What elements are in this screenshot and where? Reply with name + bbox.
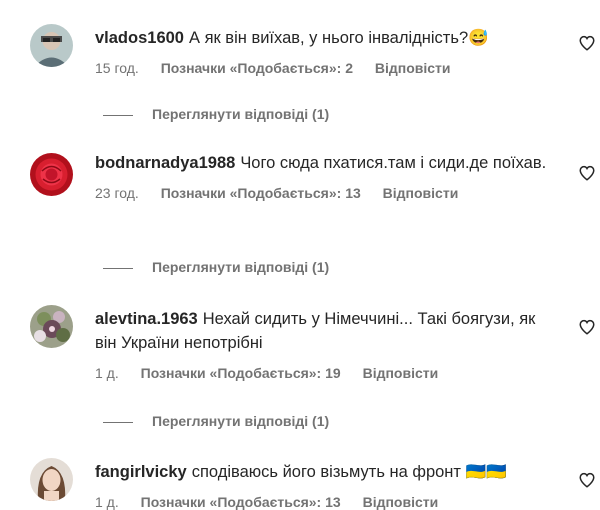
comment-text: А як він виїхав, у нього інвалідність?😅	[188, 29, 489, 47]
comment-text: сподіваюсь його візьмуть на фронт 🇺🇦🇺🇦	[191, 463, 507, 481]
user-avatar-glasses-icon	[30, 24, 73, 67]
comment-meta: 1 д. Позначки «Подобається»: 13 Відповіс…	[95, 494, 555, 510]
like-button[interactable]	[578, 318, 598, 338]
like-button[interactable]	[578, 471, 598, 491]
comment-likes[interactable]: Позначки «Подобається»: 13	[141, 494, 341, 510]
comment-time: 23 год.	[95, 185, 139, 201]
reply-button[interactable]: Відповісти	[383, 185, 459, 201]
heart-outline-icon	[579, 319, 595, 335]
user-avatar-flowers-icon	[30, 305, 73, 348]
comment-likes[interactable]: Позначки «Подобається»: 19	[141, 365, 341, 381]
comment-username[interactable]: fangirlvicky	[95, 463, 187, 481]
view-replies-button[interactable]: Переглянути відповіді (1)	[103, 106, 329, 122]
comment-likes[interactable]: Позначки «Подобається»: 13	[161, 185, 361, 201]
comment-time: 1 д.	[95, 494, 119, 510]
reply-button[interactable]: Відповісти	[363, 365, 439, 381]
comment-meta: 1 д. Позначки «Подобається»: 19 Відповіс…	[95, 365, 555, 381]
comment-text-line: alevtina.1963 Нехай сидить у Німеччині...…	[95, 307, 555, 355]
comment-text-line: bodnarnadya1988 Чого сюда пхатися.там і с…	[95, 151, 555, 175]
like-button[interactable]	[578, 164, 598, 184]
avatar[interactable]	[30, 24, 73, 67]
comments-list: vlados1600 А як він виїхав, у нього інвал…	[0, 0, 600, 510]
view-replies-button[interactable]: Переглянути відповіді (1)	[103, 259, 329, 275]
comment-body: fangirlvicky сподіваюсь його візьмуть на …	[95, 460, 555, 510]
comment-username[interactable]: alevtina.1963	[95, 310, 198, 328]
reply-button[interactable]: Відповісти	[363, 494, 439, 510]
comment-text-line: fangirlvicky сподіваюсь його візьмуть на …	[95, 460, 555, 484]
comment-meta: 23 год. Позначки «Подобається»: 13 Відпо…	[95, 185, 555, 201]
view-replies-button[interactable]: Переглянути відповіді (1)	[103, 413, 329, 429]
heart-outline-icon	[579, 472, 595, 488]
comment-body: alevtina.1963 Нехай сидить у Німеччині...…	[95, 307, 555, 381]
comment-likes[interactable]: Позначки «Подобається»: 2	[161, 60, 353, 76]
comment-text: Чого сюда пхатися.там і сиди.де поїхав.	[240, 154, 547, 172]
comment-username[interactable]: bodnarnadya1988	[95, 154, 235, 172]
avatar[interactable]	[30, 458, 73, 501]
divider-line	[103, 267, 133, 269]
comment-body: vlados1600 А як він виїхав, у нього інвал…	[95, 26, 555, 76]
divider-line	[103, 114, 133, 116]
comment-body: bodnarnadya1988 Чого сюда пхатися.там і с…	[95, 151, 555, 201]
divider-line	[103, 421, 133, 423]
avatar[interactable]	[30, 153, 73, 196]
user-avatar-rose-icon	[30, 153, 73, 196]
reply-button[interactable]: Відповісти	[375, 60, 451, 76]
heart-outline-icon	[579, 35, 595, 51]
comment-username[interactable]: vlados1600	[95, 29, 184, 47]
user-avatar-portrait-icon	[30, 458, 73, 501]
comment-time: 1 д.	[95, 365, 119, 381]
avatar[interactable]	[30, 305, 73, 348]
comment-meta: 15 год. Позначки «Подобається»: 2 Відпов…	[95, 60, 555, 76]
view-replies-label: Переглянути відповіді (1)	[152, 259, 330, 275]
comment-time: 15 год.	[95, 60, 139, 76]
like-button[interactable]	[578, 34, 598, 54]
view-replies-label: Переглянути відповіді (1)	[152, 106, 330, 122]
heart-outline-icon	[579, 165, 595, 181]
comment-text-line: vlados1600 А як він виїхав, у нього інвал…	[95, 26, 555, 50]
view-replies-label: Переглянути відповіді (1)	[152, 413, 330, 429]
